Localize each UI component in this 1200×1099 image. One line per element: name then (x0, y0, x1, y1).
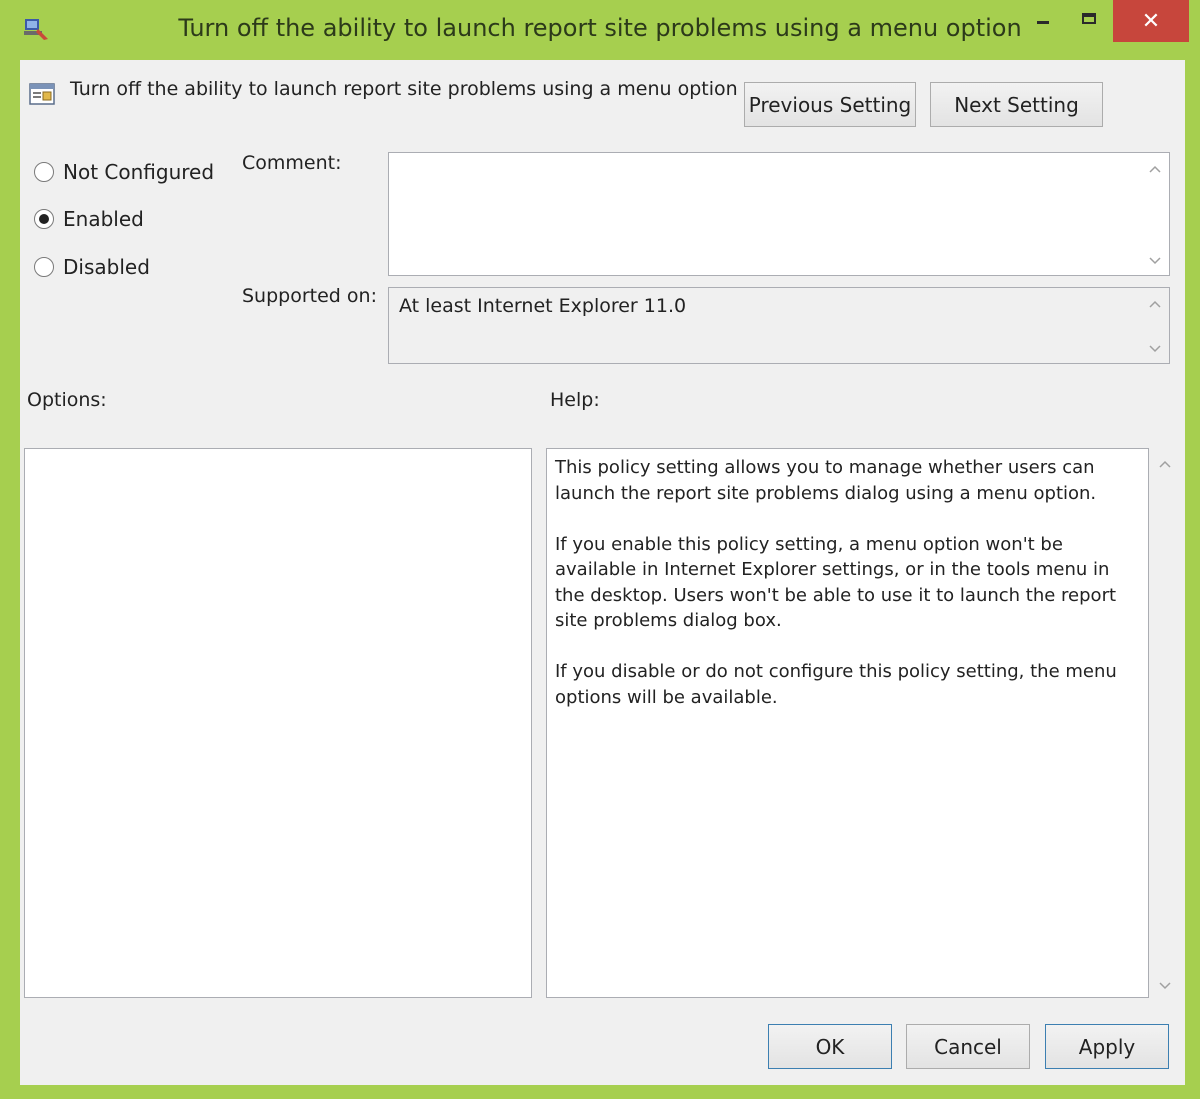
help-panel: This policy setting allows you to manage… (546, 448, 1149, 998)
group-policy-icon (24, 19, 48, 40)
close-icon: ✕ (1141, 8, 1161, 34)
policy-dialog-window: Turn off the ability to launch report si… (0, 0, 1200, 1099)
minimize-icon (1037, 20, 1049, 24)
help-paragraph: If you disable or do not configure this … (555, 661, 1117, 708)
supported-on-label: Supported on: (242, 285, 377, 307)
help-label: Help: (550, 389, 600, 411)
close-button[interactable]: ✕ (1113, 0, 1189, 42)
radio-label: Disabled (63, 255, 150, 279)
minimize-button[interactable] (1020, 0, 1066, 36)
comment-field[interactable] (388, 152, 1170, 276)
window-title: Turn off the ability to launch report si… (178, 14, 1022, 42)
comment-scrollbar[interactable] (1141, 153, 1169, 275)
options-label: Options: (27, 389, 107, 411)
next-setting-button[interactable]: Next Setting (930, 82, 1103, 127)
chevron-down-icon[interactable] (1159, 982, 1171, 990)
radio-label: Not Configured (63, 160, 215, 184)
supported-on-field: At least Internet Explorer 11.0 (388, 287, 1170, 364)
cancel-button[interactable]: Cancel (906, 1024, 1030, 1069)
maximize-button[interactable] (1066, 0, 1112, 36)
help-text: This policy setting allows you to manage… (555, 455, 1140, 736)
supported-scrollbar[interactable] (1141, 288, 1169, 363)
radio-button[interactable] (34, 209, 54, 229)
comment-label: Comment: (242, 152, 342, 174)
help-scrollbar[interactable] (1151, 448, 1179, 998)
radio-button[interactable] (34, 257, 54, 277)
supported-on-value: At least Internet Explorer 11.0 (399, 295, 687, 317)
help-paragraph: This policy setting allows you to manage… (555, 457, 1097, 504)
chevron-up-icon[interactable] (1149, 165, 1161, 173)
chevron-up-icon[interactable] (1149, 300, 1161, 308)
options-panel (24, 448, 532, 998)
apply-button[interactable]: Apply (1045, 1024, 1169, 1069)
ok-button[interactable]: OK (768, 1024, 892, 1069)
chevron-up-icon[interactable] (1159, 460, 1171, 468)
title-bar[interactable]: Turn off the ability to launch report si… (0, 0, 1200, 60)
radio-disabled[interactable]: Disabled (34, 255, 150, 279)
dialog-content: Turn off the ability to launch report si… (20, 60, 1185, 1085)
maximize-icon (1082, 12, 1096, 24)
radio-not-configured[interactable]: Not Configured (34, 160, 214, 184)
radio-selected-dot (39, 214, 49, 224)
policy-setting-icon (29, 83, 55, 105)
radio-label: Enabled (63, 207, 144, 231)
radio-enabled[interactable]: Enabled (34, 207, 144, 231)
chevron-down-icon[interactable] (1149, 345, 1161, 353)
chevron-down-icon[interactable] (1149, 257, 1161, 265)
setting-title: Turn off the ability to launch report si… (70, 78, 738, 100)
previous-setting-button[interactable]: Previous Setting (744, 82, 916, 127)
radio-button[interactable] (34, 162, 54, 182)
help-paragraph: If you enable this policy setting, a men… (555, 533, 1117, 632)
